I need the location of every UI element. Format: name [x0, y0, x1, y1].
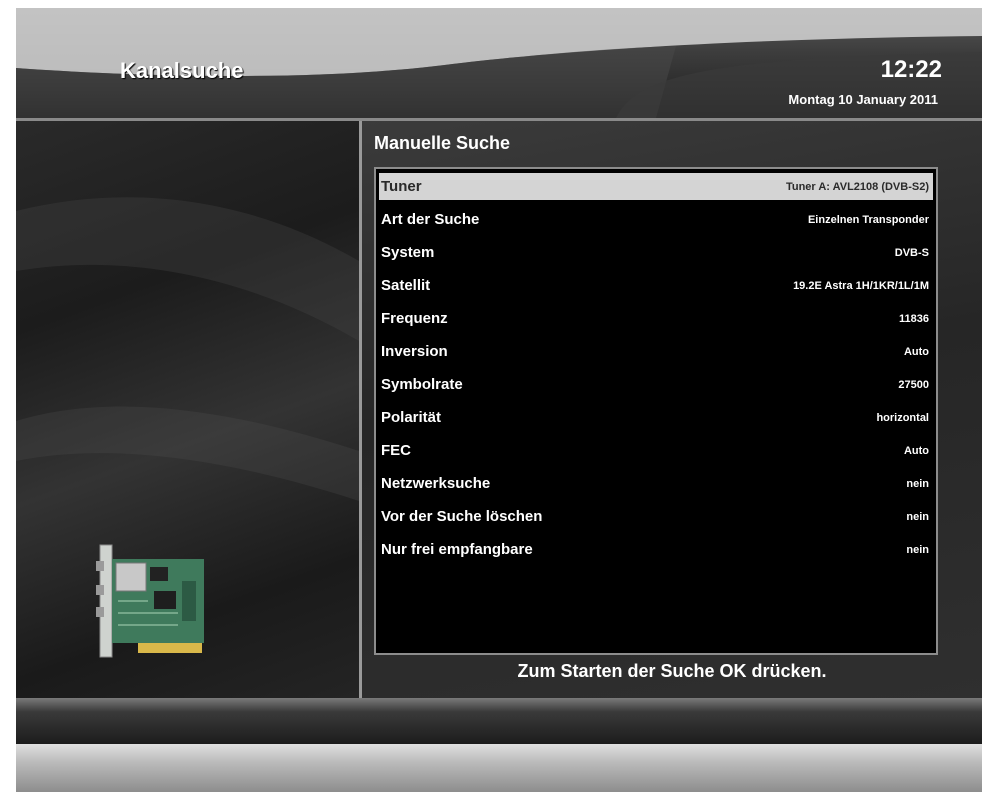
clock-time: 12:22	[880, 56, 942, 83]
menu-row-symbolrate[interactable]: Symbolrate 27500	[379, 371, 933, 398]
menu-row-art-der-suche[interactable]: Art der Suche Einzelnen Transponder	[379, 206, 933, 233]
menu-row-value: Einzelnen Transponder	[807, 213, 929, 226]
menu-row-value: 19.2E Astra 1H/1KR/1L/1M	[793, 279, 929, 292]
menu-row-label: Tuner	[381, 178, 422, 195]
tv-screen: Kanalsuche 12:22 Montag 10 January 2011 …	[16, 8, 982, 792]
footer-bar-dark	[16, 698, 982, 744]
menu-row-vor-der-suche-loeschen[interactable]: Vor der Suche löschen nein	[379, 503, 933, 530]
menu-row-value: Tuner A: AVL2108 (DVB-S2)	[785, 180, 929, 193]
scan-settings-list: Tuner Tuner A: AVL2108 (DVB-S2) Art der …	[374, 167, 938, 655]
menu-row-value: DVB-S	[894, 246, 929, 259]
start-scan-hint: Zum Starten der Suche OK drücken.	[517, 661, 827, 681]
menu-row-value: nein	[906, 510, 929, 523]
menu-row-label: System	[381, 244, 435, 261]
menu-row-netzwerksuche[interactable]: Netzwerksuche nein	[379, 470, 933, 497]
menu-row-label: FEC	[381, 442, 411, 459]
menu-row-tuner[interactable]: Tuner Tuner A: AVL2108 (DVB-S2)	[379, 173, 933, 200]
menu-row-label: Art der Suche	[381, 211, 480, 228]
menu-row-inversion[interactable]: Inversion Auto	[379, 338, 933, 365]
menu-row-label: Frequenz	[381, 310, 448, 327]
screen-title: Kanalsuche	[120, 58, 244, 83]
menu-row-label: Nur frei empfangbare	[381, 541, 533, 558]
panel-title: Manuelle Suche	[374, 133, 511, 153]
menu-row-label: Symbolrate	[381, 376, 463, 393]
menu-row-system[interactable]: System DVB-S	[379, 239, 933, 266]
menu-row-value: Auto	[903, 345, 929, 358]
header-bar: Kanalsuche 12:22 Montag 10 January 2011	[16, 8, 982, 121]
clock-date: Montag 10 January 2011	[788, 92, 938, 107]
menu-row-value: nein	[906, 477, 929, 490]
tuner-card-icon	[96, 544, 204, 658]
menu-row-fec[interactable]: FEC Auto	[379, 437, 933, 464]
menu-row-value: nein	[906, 543, 929, 556]
menu-row-value: horizontal	[876, 411, 929, 424]
menu-row-label: Polarität	[381, 409, 442, 426]
menu-row-satellit[interactable]: Satellit 19.2E Astra 1H/1KR/1L/1M	[379, 272, 933, 299]
menu-row-label: Inversion	[381, 343, 448, 360]
menu-row-value: 11836	[899, 312, 929, 325]
menu-row-label: Netzwerksuche	[381, 475, 491, 492]
right-panel: Manuelle Suche Tuner Tuner A: AVL2108 (D…	[362, 121, 982, 698]
left-panel	[16, 121, 362, 698]
footer-bar-light	[16, 744, 982, 792]
menu-row-frequenz[interactable]: Frequenz 11836	[379, 305, 933, 332]
menu-row-label: Vor der Suche löschen	[381, 508, 543, 525]
menu-row-nur-frei-empfangbare[interactable]: Nur frei empfangbare nein	[379, 536, 933, 563]
menu-row-value: Auto	[903, 444, 929, 457]
menu-row-value: 27500	[898, 378, 929, 391]
menu-row-label: Satellit	[381, 277, 431, 294]
menu-row-polaritaet[interactable]: Polarität horizontal	[379, 404, 933, 431]
